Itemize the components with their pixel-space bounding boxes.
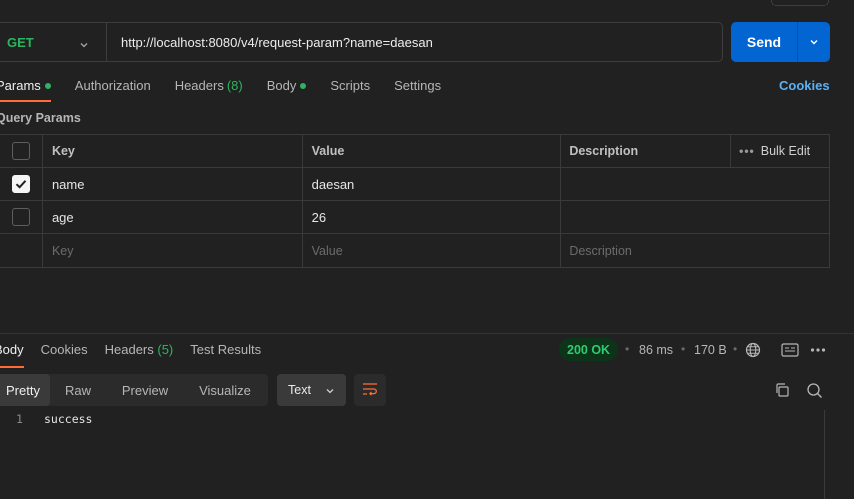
- response-view-tabs: Pretty Raw Preview Visualize: [0, 374, 268, 406]
- param-value-cell[interactable]: daesan: [303, 168, 562, 200]
- response-tab-cookies-label: Cookies: [40, 342, 88, 357]
- response-tabs: Body Cookies Headers (5) Test Results: [0, 342, 278, 368]
- format-label: Text: [288, 383, 311, 397]
- view-tab-preview[interactable]: Preview: [106, 374, 184, 406]
- response-tab-cookies[interactable]: Cookies: [41, 342, 88, 368]
- copy-icon[interactable]: [773, 381, 791, 399]
- new-key-input[interactable]: Key: [43, 234, 303, 267]
- chevron-down-icon: [79, 38, 89, 53]
- format-select[interactable]: Text: [277, 374, 346, 406]
- search-icon[interactable]: [804, 380, 824, 400]
- method-label: GET: [7, 34, 34, 50]
- status-badge[interactable]: 200 OK: [559, 338, 619, 361]
- response-size[interactable]: 170 B: [694, 343, 727, 357]
- header-key: Key: [43, 135, 303, 167]
- response-time[interactable]: 86 ms: [639, 343, 673, 357]
- wrap-lines-icon: [362, 382, 378, 399]
- tab-headers-count: (8): [226, 78, 243, 93]
- response-body-text: success: [44, 412, 93, 426]
- row-checkbox-cell: [0, 168, 43, 200]
- save-example-icon[interactable]: [780, 341, 800, 359]
- view-tab-pretty[interactable]: Pretty: [0, 374, 50, 406]
- tab-headers-label: Headers: [174, 78, 224, 93]
- tab-headers[interactable]: Headers (8): [175, 78, 243, 102]
- globe-icon[interactable]: [744, 341, 762, 359]
- tab-authorization-label: Authorization: [74, 78, 151, 93]
- tab-settings[interactable]: Settings: [394, 78, 441, 102]
- tab-settings-label: Settings: [394, 78, 442, 93]
- response-tab-test-results-label: Test Results: [190, 342, 262, 357]
- bulk-edit-label: Bulk Edit: [760, 144, 811, 158]
- table-row: name daesan: [0, 168, 829, 201]
- header-description: Description: [561, 135, 732, 167]
- tab-scripts-label: Scripts: [330, 78, 371, 93]
- tab-body-label: Body: [266, 78, 297, 93]
- tab-body[interactable]: Body: [267, 78, 307, 102]
- params-indicator-dot: [44, 83, 51, 89]
- header-checkbox-cell: [0, 135, 43, 167]
- row-checkbox-checked[interactable]: [11, 175, 30, 193]
- row-checkbox[interactable]: [11, 208, 30, 226]
- table-header-row: Key Value Description ••• Bulk Edit: [0, 135, 829, 168]
- row-checkbox-cell: [0, 234, 43, 267]
- response-divider: [0, 333, 854, 334]
- response-tab-body-label: Body: [0, 342, 24, 357]
- meta-separator: •: [681, 342, 686, 356]
- table-row-new: Key Value Description: [0, 234, 829, 267]
- method-select[interactable]: GET: [0, 23, 107, 61]
- header-value: Value: [303, 135, 562, 167]
- meta-separator: •: [625, 342, 630, 356]
- tab-params-label: Params: [0, 78, 41, 93]
- tab-scripts[interactable]: Scripts: [330, 78, 370, 102]
- url-input[interactable]: http://localhost:8080/v4/request-param?n…: [107, 35, 433, 50]
- meta-separator: •: [733, 342, 738, 356]
- cookies-link[interactable]: Cookies: [779, 78, 830, 93]
- response-tab-headers[interactable]: Headers (5): [105, 342, 174, 368]
- send-options-chevron-icon[interactable]: [798, 36, 830, 48]
- query-params-table: Key Value Description ••• Bulk Edit name…: [0, 134, 830, 268]
- chevron-down-icon: [325, 385, 335, 399]
- checkmark-icon: [15, 180, 27, 189]
- more-dots-icon: •••: [739, 144, 755, 158]
- response-headers-count: (5): [157, 342, 174, 357]
- wrap-lines-button[interactable]: [354, 374, 386, 406]
- editor-scrollbar[interactable]: [824, 410, 825, 499]
- new-description-input[interactable]: Description: [561, 234, 829, 267]
- param-value-cell[interactable]: 26: [303, 201, 562, 233]
- bulk-edit-button[interactable]: ••• Bulk Edit: [731, 135, 829, 167]
- view-tab-visualize[interactable]: Visualize: [184, 374, 266, 406]
- param-description-cell[interactable]: [561, 168, 829, 200]
- send-button-label: Send: [746, 34, 782, 50]
- top-tab-remnant: [771, 0, 829, 6]
- tab-params[interactable]: Params: [0, 78, 51, 102]
- response-tab-headers-label: Headers: [104, 342, 154, 357]
- select-all-checkbox[interactable]: [11, 142, 30, 160]
- table-row: age 26: [0, 201, 829, 234]
- request-bar: GET http://localhost:8080/v4/request-par…: [0, 22, 723, 62]
- body-indicator-dot: [300, 83, 307, 89]
- more-icon[interactable]: [809, 341, 827, 359]
- param-key-cell[interactable]: name: [43, 168, 303, 200]
- query-params-title: Query Params: [0, 111, 81, 125]
- param-key-cell[interactable]: age: [43, 201, 303, 233]
- request-tabs: Params Authorization Headers (8) Body Scr…: [0, 78, 465, 102]
- row-checkbox-cell: [0, 201, 43, 233]
- param-description-cell[interactable]: [561, 201, 829, 233]
- tab-authorization[interactable]: Authorization: [75, 78, 151, 102]
- send-button[interactable]: Send: [731, 22, 830, 62]
- response-tab-body[interactable]: Body: [0, 342, 24, 368]
- view-tab-raw[interactable]: Raw: [50, 374, 106, 406]
- response-tab-test-results[interactable]: Test Results: [190, 342, 261, 368]
- new-value-input[interactable]: Value: [303, 234, 562, 267]
- line-number: 1: [16, 412, 23, 426]
